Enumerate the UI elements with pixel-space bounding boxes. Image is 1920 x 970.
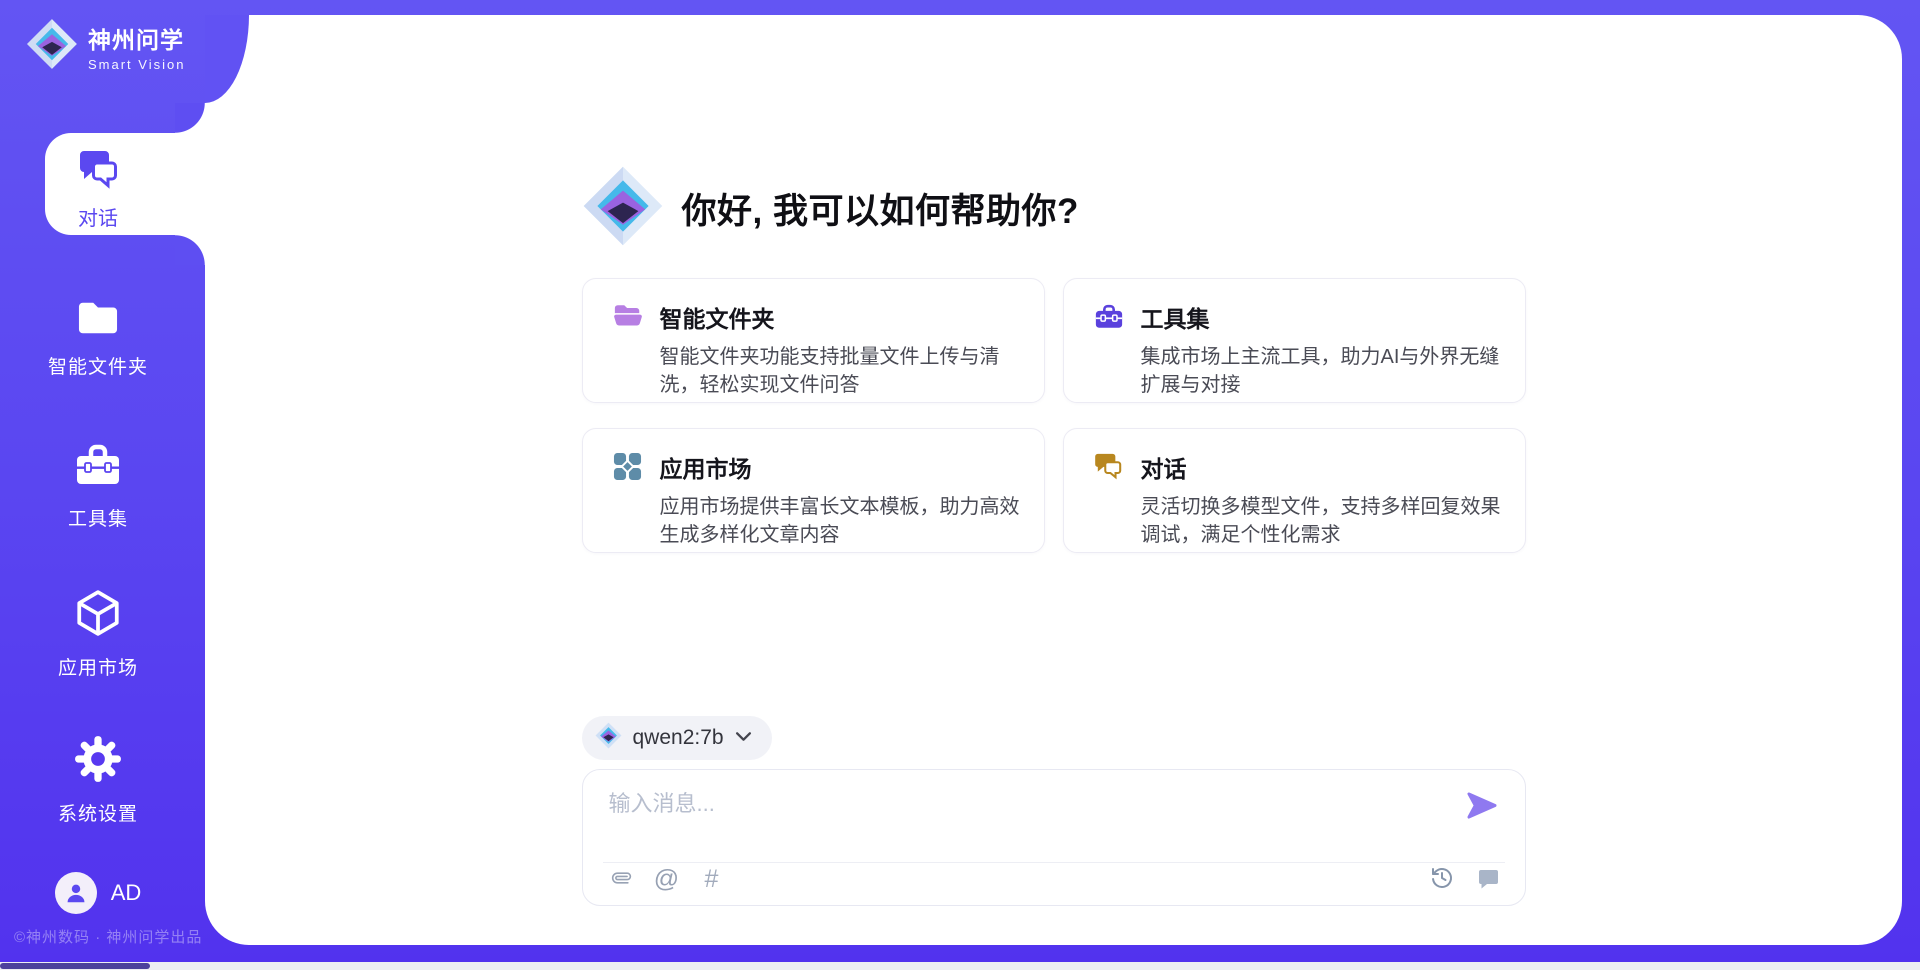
card-title: 工具集 [1141, 300, 1501, 334]
new-message-button[interactable] [1473, 864, 1503, 894]
sidebar-item-chat[interactable]: 对话 [45, 133, 205, 235]
card-app-market[interactable]: 应用市场 应用市场提供丰富长文本模板，助力高效生成多样化文章内容 [582, 428, 1045, 553]
card-title: 应用市场 [660, 450, 1020, 484]
topic-button[interactable]: # [697, 864, 727, 894]
card-title: 对话 [1141, 450, 1501, 484]
folder-open-icon [613, 300, 643, 402]
avatar [55, 872, 97, 914]
cube-icon [73, 588, 123, 644]
feature-cards: 智能文件夹 智能文件夹功能支持批量文件上传与清洗，轻松实现文件问答 工具集 [582, 278, 1526, 553]
app-tagline: Smart Vision [88, 57, 185, 72]
sidebar-item-label: 应用市场 [58, 653, 138, 680]
send-button[interactable] [1464, 791, 1500, 823]
diamond-logo-icon [595, 722, 622, 754]
model-selector[interactable]: qwen2:7b [582, 716, 772, 760]
sidebar-item-settings[interactable]: 系统设置 [0, 734, 196, 826]
folder-icon [75, 297, 121, 343]
sidebar-item-smart-folders[interactable]: 智能文件夹 [0, 297, 196, 379]
composer-divider [603, 862, 1505, 863]
send-icon [1465, 808, 1498, 823]
sidebar-footer-credit: ©神州数码 · 神州问学出品 [14, 926, 202, 947]
sidebar-item-label: 智能文件夹 [48, 352, 148, 379]
card-description: 集成市场上主流工具，助力AI与外界无缝扩展与对接 [1141, 343, 1501, 400]
chat-bubbles-icon [76, 146, 120, 196]
card-description: 灵活切换多模型文件，支持多样回复效果调试，满足个性化需求 [1141, 493, 1501, 550]
paperclip-icon [610, 866, 634, 893]
user-account[interactable]: AD [0, 872, 196, 914]
chat-bubbles-icon [1094, 450, 1124, 552]
attach-file-button[interactable] [607, 864, 637, 894]
horizontal-scrollbar[interactable] [0, 962, 1920, 970]
content-area: 你好, 我可以如何帮助你? 智能文件夹 智能文件夹功能支持批量文件上传与清洗，轻… [205, 15, 1902, 945]
message-input[interactable] [609, 786, 1459, 844]
card-description: 应用市场提供丰富长文本模板，助力高效生成多样化文章内容 [660, 493, 1020, 550]
chevron-down-icon [735, 729, 752, 747]
diamond-logo-icon [26, 18, 78, 75]
card-smart-folders[interactable]: 智能文件夹 智能文件夹功能支持批量文件上传与清洗，轻松实现文件问答 [582, 278, 1045, 403]
card-toolset[interactable]: 工具集 集成市场上主流工具，助力AI与外界无缝扩展与对接 [1063, 278, 1526, 403]
sidebar-item-label: 对话 [78, 202, 118, 231]
sidebar-item-label: 系统设置 [58, 799, 138, 826]
history-button[interactable] [1427, 864, 1457, 894]
toolbox-icon [1094, 300, 1124, 402]
sidebar-item-toolset[interactable]: 工具集 [0, 443, 196, 531]
sidebar-item-label: 工具集 [68, 504, 128, 531]
greeting-block: 你好, 我可以如何帮助你? [582, 165, 1079, 252]
app-name: 神州问学 [88, 21, 185, 55]
card-chat[interactable]: 对话 灵活切换多模型文件，支持多样回复效果调试，满足个性化需求 [1063, 428, 1526, 553]
brand-logo: 神州问学 Smart Vision [26, 18, 185, 75]
model-name: qwen2:7b [633, 726, 724, 750]
gear-icon [73, 734, 123, 790]
sidebar: 神州问学 Smart Vision 对话 智能文件夹 [0, 0, 205, 970]
toolbox-icon [74, 443, 122, 495]
history-clock-icon [1430, 866, 1454, 893]
diamond-logo-icon [582, 165, 664, 252]
card-title: 智能文件夹 [660, 300, 1020, 334]
mention-button[interactable]: @ [652, 864, 682, 894]
message-square-icon [1476, 866, 1500, 893]
at-icon: @ [654, 865, 679, 894]
composer: @ # [582, 769, 1526, 906]
sidebar-item-app-market[interactable]: 应用市场 [0, 588, 196, 680]
app-grid-icon [613, 450, 643, 552]
greeting-title: 你好, 我可以如何帮助你? [682, 183, 1079, 234]
user-name: AD [111, 880, 142, 906]
hash-icon: # [705, 865, 719, 894]
scrollbar-thumb[interactable] [0, 963, 150, 969]
card-description: 智能文件夹功能支持批量文件上传与清洗，轻松实现文件问答 [660, 343, 1020, 400]
